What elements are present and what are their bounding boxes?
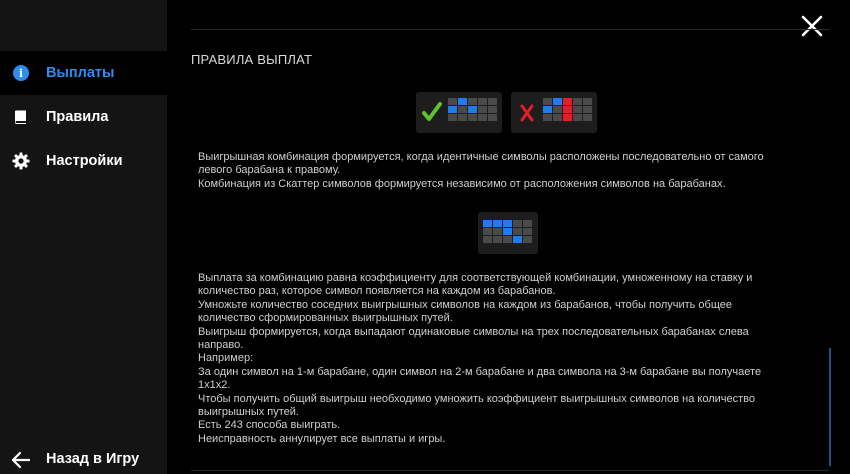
symbol-cell — [583, 114, 592, 121]
gear-icon — [12, 152, 30, 170]
symbol-cell — [573, 98, 582, 105]
symbol-cell — [523, 228, 532, 235]
symbol-cell — [478, 106, 487, 113]
symbol-cell — [493, 228, 502, 235]
symbol-cell-blue — [543, 106, 552, 113]
symbol-cell — [503, 236, 512, 243]
symbol-cell — [483, 228, 492, 235]
symbol-cell-blue — [553, 98, 562, 105]
sidebar-item-rules[interactable]: Правила — [0, 95, 167, 139]
symbol-cell-blue — [493, 220, 502, 227]
reels-grid — [483, 220, 532, 243]
symbol-cell-blue — [513, 236, 522, 243]
symbol-cell — [483, 236, 492, 243]
symbol-cell — [458, 114, 467, 121]
symbol-cell-blue — [448, 106, 457, 113]
reels-grid — [448, 98, 497, 121]
symbol-cell — [523, 220, 532, 227]
symbol-cell — [553, 114, 562, 121]
reels-grid — [543, 98, 592, 121]
sidebar-item-settings[interactable]: Настройки — [0, 139, 167, 183]
book-icon — [12, 108, 30, 126]
symbol-cell — [488, 106, 497, 113]
symbol-cell-blue — [468, 106, 477, 113]
symbol-cell-blue — [483, 220, 492, 227]
symbol-cell — [543, 114, 552, 121]
symbol-cell — [513, 220, 522, 227]
symbol-cell — [488, 98, 497, 105]
symbol-cell — [573, 114, 582, 121]
section-title: ПРАВИЛА ВЫПЛАТ — [191, 52, 313, 67]
close-button[interactable] — [798, 12, 826, 40]
symbol-cell — [488, 114, 497, 121]
back-to-game-button[interactable]: Назад в Игру — [0, 446, 167, 474]
symbol-cell-blue — [503, 228, 512, 235]
symbol-cell — [523, 236, 532, 243]
symbol-cell — [493, 236, 502, 243]
symbol-cell — [513, 228, 522, 235]
back-to-game-label: Назад в Игру — [46, 451, 140, 467]
symbol-cell-red — [563, 114, 572, 121]
sidebar-item-label: Настройки — [46, 153, 123, 169]
symbol-cell — [468, 114, 477, 121]
sidebar-item-label: Выплаты — [46, 65, 115, 81]
symbol-cell — [583, 106, 592, 113]
symbol-cell — [478, 114, 487, 121]
symbol-cell — [448, 98, 457, 105]
sidebar: i Выплаты Правила Настройки Назад в Игру — [0, 0, 167, 474]
paragraph-payout-rules: Выплата за комбинацию равна коэффициенту… — [198, 272, 762, 445]
invalid-combination-example — [511, 92, 597, 133]
info-icon: i — [12, 64, 30, 82]
sidebar-item-label: Правила — [46, 109, 109, 125]
symbol-cell — [478, 98, 487, 105]
close-icon — [801, 15, 823, 37]
symbol-cell — [458, 106, 467, 113]
symbol-cell — [553, 106, 562, 113]
cross-icon — [519, 103, 535, 128]
paragraph-winning-combination: Выигрышная комбинация формируется, когда… — [198, 151, 764, 190]
checkmark-icon — [422, 101, 442, 128]
symbol-cell-red — [563, 106, 572, 113]
symbol-cell — [448, 114, 457, 121]
ways-example — [478, 212, 538, 254]
symbol-cell — [573, 106, 582, 113]
symbol-cell — [468, 98, 477, 105]
symbol-cell — [543, 98, 552, 105]
scrollbar[interactable] — [829, 348, 831, 466]
arrow-left-icon — [11, 451, 31, 473]
symbol-cell-red — [563, 98, 572, 105]
valid-combination-example — [416, 92, 502, 133]
symbol-cell-blue — [458, 98, 467, 105]
symbol-cell — [583, 98, 592, 105]
symbol-cell-blue — [503, 220, 512, 227]
bottom-divider — [191, 470, 829, 471]
top-divider — [191, 29, 829, 30]
sidebar-item-payouts[interactable]: i Выплаты — [0, 51, 167, 95]
